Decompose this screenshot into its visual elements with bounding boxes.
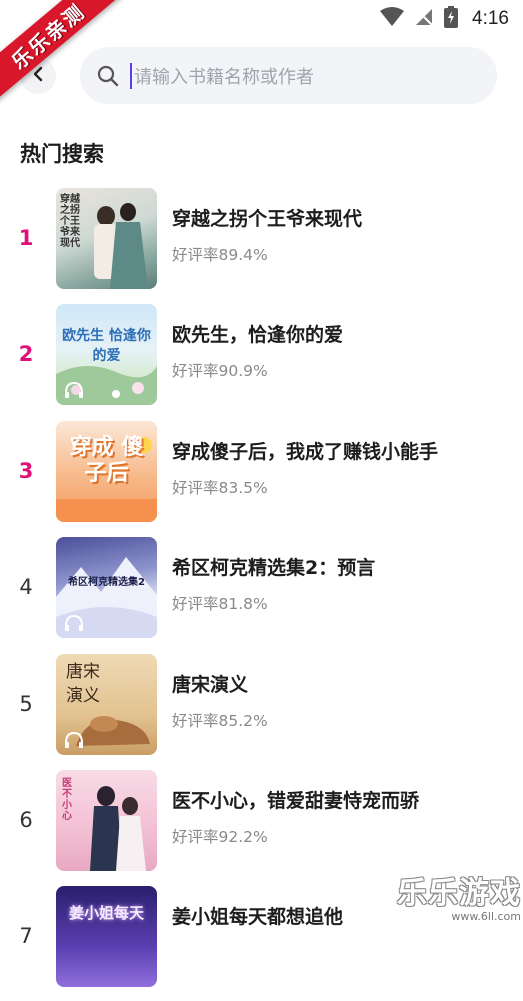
book-rating: 好评率81.8% xyxy=(172,595,268,614)
cover-text: 穿越之拐个王爷来现代 xyxy=(60,194,80,249)
watermark-logo: 乐乐游戏 www.6ll.com xyxy=(397,868,521,923)
rank-number: 7 xyxy=(19,924,33,949)
headphones-icon xyxy=(64,381,84,399)
search-input[interactable]: 请输入书籍名称或作者 xyxy=(80,47,497,104)
no-signal-icon xyxy=(414,7,434,31)
cover-text: 医不小心 xyxy=(62,777,72,822)
book-title: 唐宋演义 xyxy=(172,673,249,696)
rank-number: 5 xyxy=(19,691,33,716)
watermark-title: 乐乐游戏 xyxy=(397,876,521,911)
book-title: 穿越之拐个王爷来现代 xyxy=(172,208,363,230)
list-item[interactable]: 2 欧先生 恰逢你的爱 欧先生，恰逢你的爱 好评率90.9% xyxy=(0,302,523,418)
cover-text: 希区柯克精选集2 xyxy=(68,577,145,589)
rank-number: 4 xyxy=(19,575,33,600)
cover-text: 唐宋 演义 xyxy=(66,661,100,706)
book-title: 希区柯克精选集2：预言 xyxy=(172,557,376,580)
rank-number: 1 xyxy=(18,226,34,250)
rank-number: 6 xyxy=(19,807,33,832)
book-rating: 好评率89.4% xyxy=(172,246,268,264)
cover-text: 穿成 傻子后 xyxy=(69,434,144,486)
list-item[interactable]: 1 穿越之拐个王爷来现代 穿越之拐个王爷来现代 好评率89.4% xyxy=(0,186,523,302)
book-cover: 姜小姐每天 xyxy=(56,886,157,988)
search-icon xyxy=(96,64,120,88)
book-cover: 穿越之拐个王爷来现代 xyxy=(56,188,157,289)
book-rating: 好评率90.9% xyxy=(172,362,268,381)
list-item[interactable]: 6 医不小心 医不小心，错爱甜妻恃宠而骄 好评率92.2% xyxy=(0,768,523,884)
book-rating: 好评率85.2% xyxy=(172,711,268,730)
rank-number: 2 xyxy=(18,342,34,367)
chevron-left-icon xyxy=(31,66,45,86)
book-cover: 唐宋 演义 xyxy=(56,653,157,755)
battery-charging-icon xyxy=(444,6,459,32)
headphones-icon xyxy=(64,614,84,632)
cover-text: 欧先生 恰逢你的爱 xyxy=(62,328,151,365)
book-title: 欧先生，恰逢你的爱 xyxy=(172,324,344,347)
book-title: 姜小姐每天都想追他 xyxy=(172,906,344,929)
headphones-icon xyxy=(64,731,84,749)
status-time: 4:16 xyxy=(472,8,509,29)
wifi-icon xyxy=(380,7,405,31)
book-cover: 医不小心 xyxy=(56,769,157,871)
list-item[interactable]: 5 唐宋 演义 唐宋演义 好评率85.2% xyxy=(0,652,523,768)
text-cursor xyxy=(130,62,132,89)
section-title: 热门搜索 xyxy=(20,142,104,166)
book-title: 穿成傻子后，我成了赚钱小能手 xyxy=(172,440,439,463)
book-cover: 穿成 傻子后 xyxy=(56,420,157,522)
book-rating: 好评率92.2% xyxy=(172,827,268,846)
list-item[interactable]: 3 穿成 傻子后 穿成傻子后，我成了赚钱小能手 好评率83.5% xyxy=(0,419,523,535)
book-cover: 希区柯克精选集2 xyxy=(56,537,157,639)
search-placeholder: 请输入书籍名称或作者 xyxy=(134,66,314,88)
list-item[interactable]: 4 希区柯克精选集2 希区柯克精选集2：预言 好评率81.8% xyxy=(0,535,523,651)
rank-number: 3 xyxy=(18,458,34,483)
book-rating: 好评率83.5% xyxy=(172,478,268,497)
book-cover: 欧先生 恰逢你的爱 xyxy=(56,304,157,406)
cover-text: 姜小姐每天 xyxy=(68,904,144,923)
status-icons: 4:16 xyxy=(380,6,509,32)
book-title: 医不小心，错爱甜妻恃宠而骄 xyxy=(172,789,420,812)
